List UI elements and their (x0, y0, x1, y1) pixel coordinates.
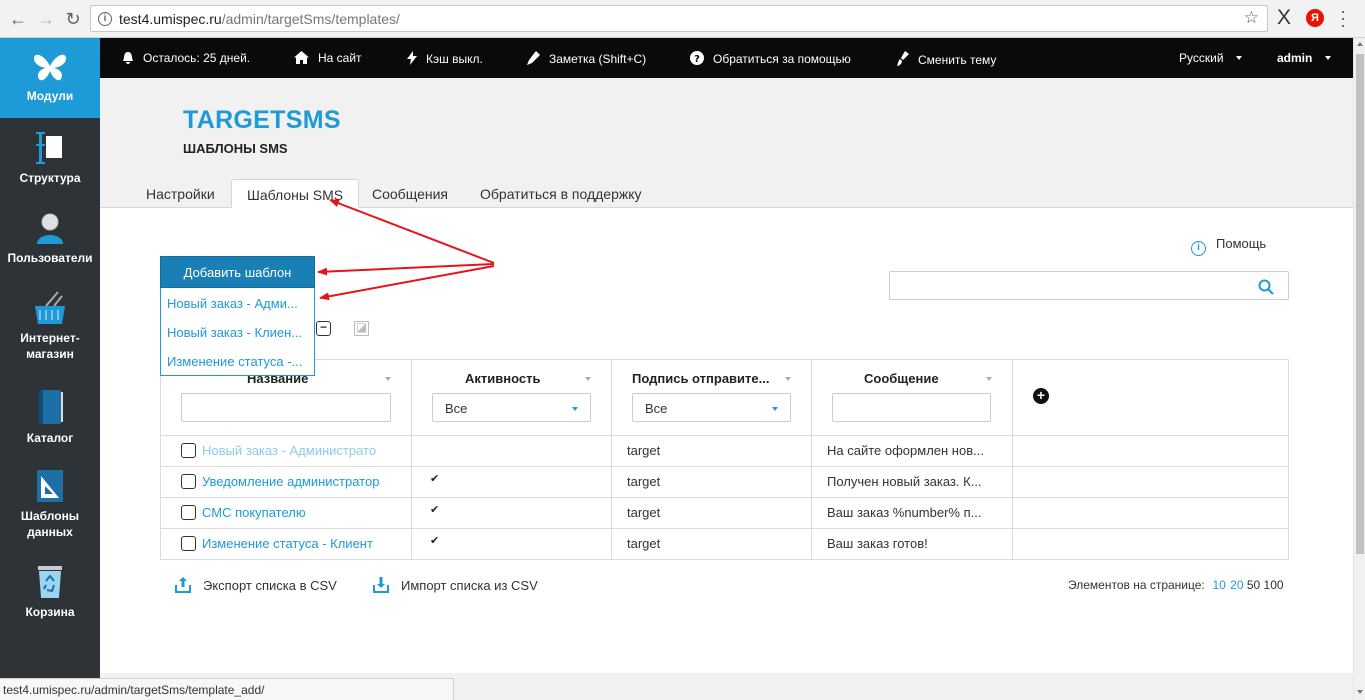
annotation-arrow-tab (329, 199, 495, 264)
annotation-arrows (317, 199, 495, 301)
